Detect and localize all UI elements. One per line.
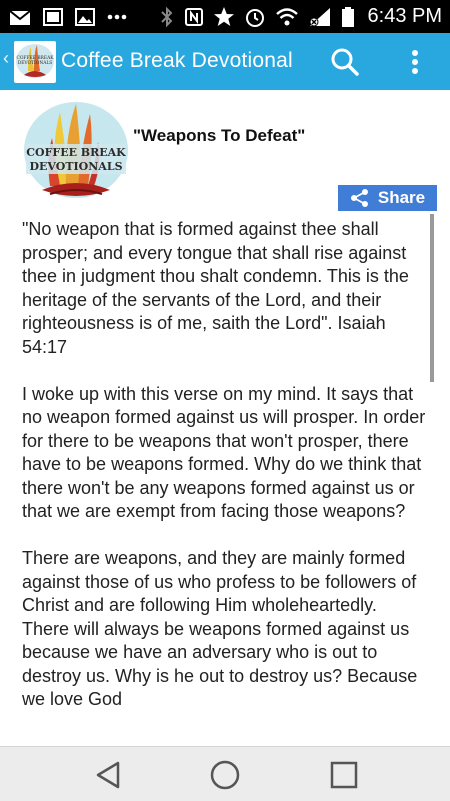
mail-icon — [9, 9, 31, 25]
bluetooth-icon — [160, 6, 172, 27]
battery-icon — [341, 6, 354, 27]
gallery-icon — [43, 7, 63, 26]
home-icon[interactable] — [209, 759, 241, 791]
logo-text-line1: COFFEE BREAK — [26, 146, 126, 159]
back-icon[interactable] — [92, 759, 124, 791]
app-title: Coffee Break Devotional — [61, 49, 293, 72]
more-dots-icon — [107, 14, 127, 19]
scrollbar[interactable] — [430, 214, 434, 382]
nfc-icon — [184, 7, 203, 26]
logo-text-line2: DEVOTIONALS — [29, 160, 122, 173]
status-bar: 6:43 PM — [0, 0, 450, 33]
image-icon — [75, 7, 95, 26]
share-label: Share — [377, 188, 426, 207]
post-title: "Weapons To Defeat" — [133, 126, 306, 145]
share-button[interactable]: Share — [338, 185, 437, 211]
overflow-menu-icon[interactable] — [403, 46, 427, 78]
back-chevron-icon[interactable]: ‹ — [3, 48, 9, 69]
navigation-bar — [0, 746, 450, 801]
svg-text:DEVOTIONALS: DEVOTIONALS — [18, 61, 53, 66]
status-time: 6:43 PM — [367, 5, 442, 27]
signal-icon — [309, 7, 330, 26]
post-paragraph: I woke up with this verse on my mind. It… — [22, 383, 426, 522]
star-icon — [213, 6, 234, 26]
post-paragraph: "No weapon that is formed against thee s… — [22, 219, 409, 357]
post-body: "No weapon that is formed against thee s… — [22, 218, 426, 735]
alarm-icon — [245, 8, 264, 27]
recents-icon[interactable] — [328, 759, 360, 791]
app-logo[interactable]: COFFEE BREAK DEVOTIONALS — [14, 41, 56, 83]
share-icon — [350, 189, 368, 207]
search-icon[interactable] — [329, 46, 361, 78]
app-bar: ‹ COFFEE BREAK DEVOTIONALS Coffee Break … — [0, 33, 450, 90]
wifi-icon — [275, 7, 298, 25]
devotional-logo: COFFEE BREAK DEVOTIONALS — [24, 102, 128, 198]
post-paragraph: There are weapons, and they are mainly f… — [22, 548, 418, 709]
